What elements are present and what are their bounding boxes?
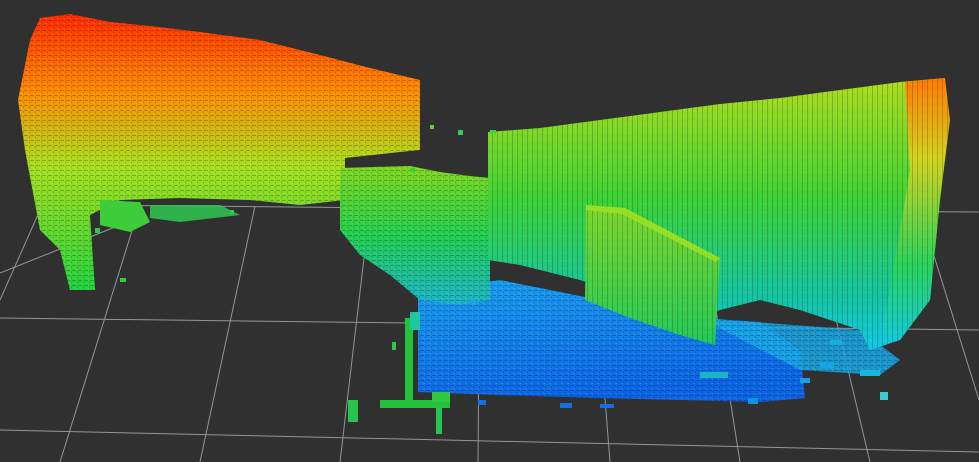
3d-viewport[interactable] [0, 0, 979, 462]
